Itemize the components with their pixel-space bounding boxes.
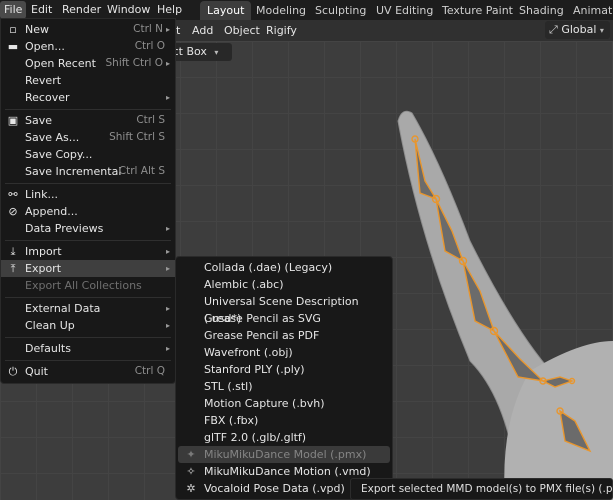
menu-window[interactable]: Window [103, 1, 154, 19]
chevron-right-icon: ▸ [165, 93, 170, 102]
menu-file[interactable]: File [0, 1, 27, 19]
file-import[interactable]: ⤓ Import ▸ [1, 243, 175, 260]
chevron-right-icon: ▸ [165, 247, 170, 256]
export-bvh[interactable]: Motion Capture (.bvh) [178, 395, 390, 412]
power-icon: ⏻ [8, 365, 18, 378]
menu-separator [5, 240, 171, 241]
header-menu-add[interactable]: Add [192, 21, 213, 40]
export-alembic[interactable]: Alembic (.abc) [178, 276, 390, 293]
append-icon: ⊘ [8, 205, 18, 218]
file-save[interactable]: ▣ Save Ctrl S [1, 112, 175, 129]
file-external-data[interactable]: External Data ▸ [1, 300, 175, 317]
chevron-right-icon: ▸ [165, 25, 170, 34]
tooltip: Export selected MMD model(s) to PMX file… [350, 478, 613, 500]
export-grease-pencil-svg[interactable]: Grease Pencil as SVG [178, 310, 390, 327]
header-mode-menu[interactable]: t [176, 21, 180, 40]
export-submenu: Collada (.dae) (Legacy) Alembic (.abc) U… [175, 256, 393, 500]
chevron-right-icon: ▸ [165, 59, 170, 68]
tab-animation[interactable]: Animatio [566, 1, 613, 20]
tab-modeling[interactable]: Modeling [249, 1, 313, 20]
menu-separator [5, 297, 171, 298]
export-stl[interactable]: STL (.stl) [178, 378, 390, 395]
file-export[interactable]: ⤒ Export ▸ [1, 260, 175, 277]
header-menu-object[interactable]: Object [224, 21, 260, 40]
chevron-right-icon: ▸ [165, 321, 170, 330]
transform-orientation-dropdown[interactable]: ⤢ Global ▾ [545, 21, 610, 39]
orientation-label: Global [561, 23, 597, 36]
vocaloid-pose-icon: ✲ [186, 482, 196, 495]
menu-help[interactable]: Help [153, 1, 186, 19]
chevron-right-icon: ▸ [165, 344, 170, 353]
tab-uv-editing[interactable]: UV Editing [369, 1, 440, 20]
folder-icon: ▬ [7, 40, 19, 53]
mmd-motion-icon: ✧ [186, 465, 196, 478]
file-open[interactable]: ▬ Open... Ctrl O [1, 38, 175, 55]
new-file-icon: ▫ [9, 23, 17, 36]
file-save-copy[interactable]: Save Copy... [1, 146, 175, 163]
tab-sculpting[interactable]: Sculpting [308, 1, 373, 20]
chevron-right-icon: ▸ [165, 304, 170, 313]
file-clean-up[interactable]: Clean Up ▸ [1, 317, 175, 334]
file-data-previews[interactable]: Data Previews ▸ [1, 220, 175, 237]
export-usd[interactable]: Universal Scene Description (.usd*) [178, 293, 390, 325]
export-icon: ⤒ [10, 262, 16, 275]
file-link[interactable]: ⚯ Link... [1, 186, 175, 203]
file-revert[interactable]: Revert [1, 72, 175, 89]
file-new[interactable]: ▫ New Ctrl N ▸ [1, 21, 175, 38]
header-menu-rigify[interactable]: Rigify [266, 21, 297, 40]
menu-separator [5, 109, 171, 110]
menu-separator [5, 183, 171, 184]
tab-texture-paint[interactable]: Texture Paint [435, 1, 520, 20]
save-icon: ▣ [7, 114, 19, 127]
file-open-recent[interactable]: Open Recent Shift Ctrl O ▸ [1, 55, 175, 72]
file-export-all-collections[interactable]: Export All Collections [1, 277, 175, 294]
tab-layout[interactable]: Layout [200, 1, 252, 20]
file-save-incremental[interactable]: Save Incremental Ctrl Alt S [1, 163, 175, 180]
menu-render[interactable]: Render [58, 1, 105, 19]
file-recover[interactable]: Recover ▸ [1, 89, 175, 106]
chevron-right-icon: ▸ [165, 264, 170, 273]
file-menu: ▫ New Ctrl N ▸ ▬ Open... Ctrl O Open Rec… [0, 18, 176, 384]
file-quit[interactable]: ⏻ Quit Ctrl Q [1, 363, 175, 380]
export-mmd-model[interactable]: ✦ MikuMikuDance Model (.pmx) [178, 446, 390, 463]
export-grease-pencil-pdf[interactable]: Grease Pencil as PDF [178, 327, 390, 344]
file-save-as[interactable]: Save As... Shift Ctrl S [1, 129, 175, 146]
export-fbx[interactable]: FBX (.fbx) [178, 412, 390, 429]
export-wavefront-obj[interactable]: Wavefront (.obj) [178, 344, 390, 361]
import-icon: ⤓ [10, 245, 16, 258]
orientation-icon: ⤢ [549, 23, 558, 36]
export-collada[interactable]: Collada (.dae) (Legacy) [178, 259, 390, 276]
export-gltf[interactable]: glTF 2.0 (.glb/.gltf) [178, 429, 390, 446]
menu-separator [5, 337, 171, 338]
file-append[interactable]: ⊘ Append... [1, 203, 175, 220]
chevron-down-icon: ▾ [214, 48, 219, 57]
chevron-right-icon: ▸ [165, 224, 170, 233]
link-icon: ⚯ [8, 188, 18, 201]
menu-separator [5, 360, 171, 361]
tab-shading[interactable]: Shading [512, 1, 571, 20]
tooltip-text: Export selected MMD model(s) to PMX file… [361, 483, 613, 495]
file-defaults[interactable]: Defaults ▸ [1, 340, 175, 357]
export-stanford-ply[interactable]: Stanford PLY (.ply) [178, 361, 390, 378]
menu-edit[interactable]: Edit [27, 1, 56, 19]
chevron-down-icon: ▾ [599, 26, 604, 35]
mmd-model-icon: ✦ [186, 448, 196, 461]
